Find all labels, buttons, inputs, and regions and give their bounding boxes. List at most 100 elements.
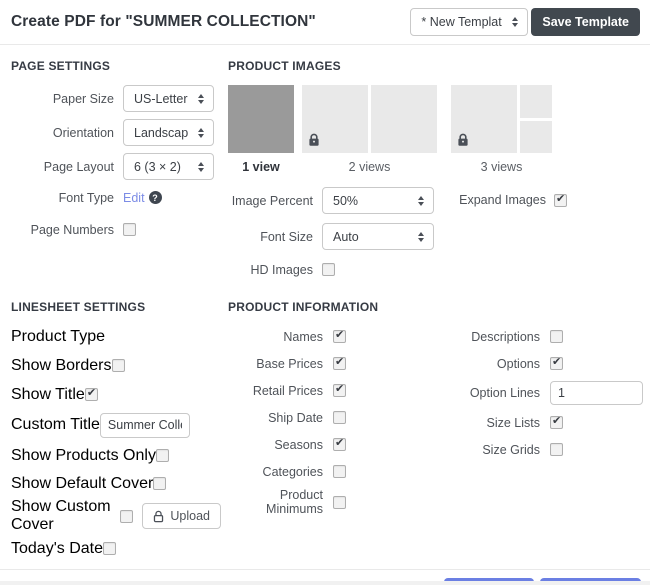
- seasons-checkbox[interactable]: [333, 436, 346, 451]
- paper-size-select[interactable]: US-Letter: [123, 85, 214, 112]
- expand-images-checkbox[interactable]: [554, 192, 567, 207]
- view-option-1[interactable]: 1 view: [228, 85, 294, 174]
- page-title: Create PDF for "SUMMER COLLECTION": [11, 13, 316, 30]
- upload-button-label: Upload: [170, 509, 210, 523]
- base-prices-row: Base Prices: [228, 353, 430, 374]
- image-percent-select[interactable]: 50%: [322, 187, 434, 214]
- option-lines-label: Option Lines: [469, 386, 540, 400]
- view-option-2[interactable]: 2 views: [302, 85, 437, 174]
- show-title-checkbox[interactable]: [84, 386, 98, 401]
- show-borders-checkbox[interactable]: [111, 359, 125, 372]
- orientation-row: Orientation Landscape: [11, 119, 221, 146]
- descriptions-row: Descriptions: [430, 326, 643, 347]
- show-borders-label: Show Borders: [11, 356, 112, 374]
- page-layout-value: 6 (3 × 2): [134, 159, 181, 174]
- show-default-cover-row: Show Default Cover: [11, 473, 221, 494]
- image-percent-value: 50%: [333, 193, 359, 208]
- font-type-row: Font Type Edit ?: [11, 187, 221, 208]
- show-products-only-label: Show Products Only: [11, 446, 156, 464]
- template-select-value: * New Template: [421, 15, 503, 29]
- select-stepper-icon: [408, 231, 424, 242]
- show-default-cover-checkbox[interactable]: [153, 477, 167, 490]
- orientation-label: Orientation: [52, 125, 114, 140]
- orientation-value: Landscape: [134, 125, 188, 140]
- dialog-body: PAGE SETTINGS Paper Size US-Letter Orien…: [0, 45, 650, 565]
- product-images-section: PRODUCT IMAGES 1 view 2 views 3 views Im…: [228, 59, 643, 300]
- image-percent-row: Image Percent 50%: [228, 187, 446, 214]
- ship-date-checkbox[interactable]: [333, 411, 346, 424]
- save-template-button[interactable]: Save Template: [531, 8, 640, 36]
- show-custom-cover-row: Show Custom Cover Upload: [11, 498, 221, 534]
- product-minimums-label: Product Minimums: [266, 488, 323, 516]
- page-settings-heading: PAGE SETTINGS: [11, 59, 111, 73]
- descriptions-checkbox[interactable]: [550, 330, 563, 343]
- page-layout-select[interactable]: 6 (3 × 2): [123, 153, 214, 180]
- upload-cover-button[interactable]: Upload: [142, 503, 221, 529]
- two-views-thumbnail: [371, 85, 437, 153]
- product-images-heading: PRODUCT IMAGES: [228, 59, 341, 73]
- base-prices-label: Base Prices: [256, 356, 323, 371]
- page-layout-row: Page Layout 6 (3 × 2): [11, 153, 221, 180]
- size-grids-checkbox[interactable]: [550, 443, 563, 456]
- template-select[interactable]: * New Template: [410, 8, 529, 36]
- image-percent-label: Image Percent: [231, 193, 313, 208]
- expand-images-row: Expand Images: [446, 187, 643, 213]
- select-stepper-icon: [188, 127, 204, 138]
- names-checkbox[interactable]: [333, 328, 346, 343]
- show-products-only-checkbox[interactable]: [155, 449, 169, 462]
- retail-prices-row: Retail Prices: [228, 380, 430, 401]
- categories-checkbox[interactable]: [333, 465, 346, 478]
- select-stepper-icon: [408, 195, 424, 206]
- page-layout-label: Page Layout: [43, 159, 114, 174]
- names-row: Names: [228, 326, 430, 347]
- font-type-edit-link[interactable]: Edit: [123, 191, 145, 205]
- download-button[interactable]: Download: [540, 578, 641, 581]
- hd-images-row: HD Images: [228, 259, 446, 280]
- view-option-label: 3 views: [480, 160, 523, 174]
- names-label: Names: [283, 329, 323, 344]
- show-products-only-row: Show Products Only: [11, 445, 221, 466]
- hd-images-label: HD Images: [250, 262, 313, 277]
- select-stepper-icon: [188, 161, 204, 172]
- product-minimums-checkbox[interactable]: [333, 495, 346, 509]
- page-numbers-row: Page Numbers: [11, 219, 221, 240]
- help-icon[interactable]: ?: [148, 191, 162, 204]
- options-checkbox[interactable]: [550, 355, 563, 370]
- base-prices-checkbox[interactable]: [333, 355, 346, 370]
- product-type-row: Product Type: [11, 326, 221, 347]
- option-lines-row: Option Lines: [430, 380, 643, 406]
- product-information-heading: PRODUCT INFORMATION: [228, 300, 379, 314]
- font-size-select[interactable]: Auto: [322, 223, 434, 250]
- page-settings-section: PAGE SETTINGS Paper Size US-Letter Orien…: [11, 59, 221, 300]
- one-view-thumbnail: [228, 85, 294, 153]
- view-option-label: 1 view: [242, 160, 280, 174]
- todays-date-checkbox[interactable]: [103, 542, 116, 555]
- orientation-select[interactable]: Landscape: [123, 119, 214, 146]
- font-type-label: Font Type: [58, 190, 114, 205]
- lock-icon: [457, 133, 469, 147]
- product-info-column-1: Names Base Prices Retail Prices Shi: [228, 326, 430, 522]
- custom-title-input[interactable]: [99, 412, 190, 438]
- show-custom-cover-checkbox[interactable]: [120, 509, 134, 523]
- paper-size-label: Paper Size: [52, 91, 114, 106]
- seasons-row: Seasons: [228, 434, 430, 455]
- hd-images-checkbox[interactable]: [322, 263, 335, 276]
- size-lists-row: Size Lists: [430, 412, 643, 433]
- retail-prices-checkbox[interactable]: [333, 382, 346, 397]
- todays-date-row: Today's Date: [11, 538, 221, 559]
- left-column: PAGE SETTINGS Paper Size US-Letter Orien…: [11, 59, 221, 565]
- size-grids-label: Size Grids: [482, 442, 540, 457]
- descriptions-label: Descriptions: [471, 329, 540, 344]
- view-options: 1 view 2 views 3 views: [228, 85, 643, 174]
- preview-button[interactable]: Preview: [444, 578, 535, 581]
- size-grids-row: Size Grids: [430, 439, 643, 460]
- size-lists-checkbox[interactable]: [550, 414, 563, 429]
- paper-size-row: Paper Size US-Letter: [11, 85, 221, 112]
- custom-title-label: Custom Title: [11, 416, 100, 433]
- page-numbers-checkbox[interactable]: [123, 223, 136, 236]
- retail-prices-label: Retail Prices: [252, 383, 323, 398]
- option-lines-input[interactable]: [550, 381, 643, 405]
- select-stepper-icon: [188, 93, 204, 104]
- view-option-3[interactable]: 3 views: [451, 85, 552, 174]
- header-actions: * New Template Save Template: [410, 8, 640, 36]
